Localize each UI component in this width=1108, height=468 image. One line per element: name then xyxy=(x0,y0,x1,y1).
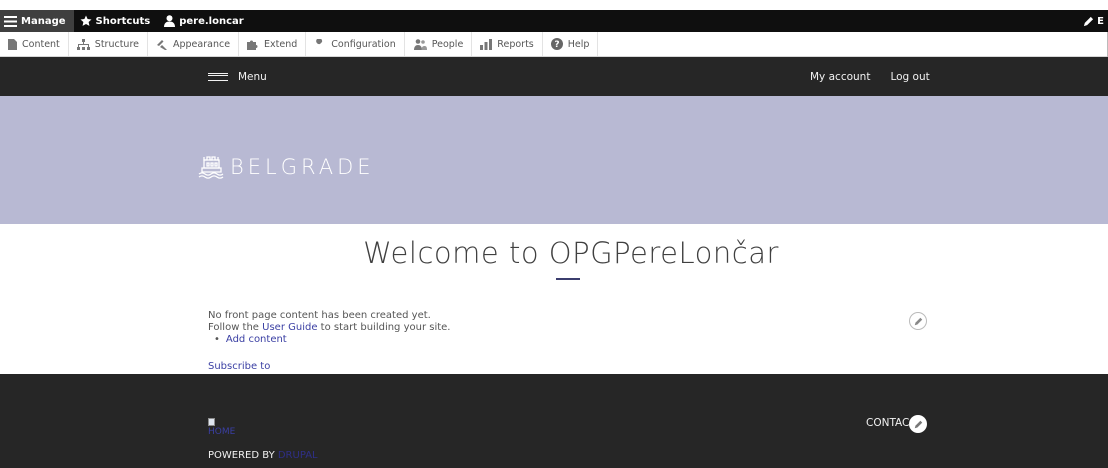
footer-contextual-edit-button[interactable] xyxy=(909,415,927,433)
shortcuts-button[interactable]: Shortcuts xyxy=(74,10,159,32)
admin-tray: Content Structure Appearance Extend Conf… xyxy=(0,32,1108,57)
pencil-icon xyxy=(1084,16,1094,26)
people-icon xyxy=(413,38,427,50)
menu-label: Menu xyxy=(238,70,267,83)
tray-item-help[interactable]: ? Help xyxy=(543,32,599,56)
add-content-link[interactable]: Add content xyxy=(226,334,287,345)
user-button[interactable]: pere.loncar xyxy=(158,10,251,32)
shortcuts-label: Shortcuts xyxy=(95,15,151,27)
subscribe-link[interactable]: Subscribe to xyxy=(208,361,270,372)
page-title: Welcome to OPGPereLončar xyxy=(363,236,779,270)
manage-label: Manage xyxy=(21,15,66,27)
hamburger-icon xyxy=(4,15,17,27)
star-icon xyxy=(80,15,92,26)
site-header-nav: Menu My account Log out xyxy=(0,57,1108,96)
menu-toggle-button[interactable]: Menu xyxy=(208,57,267,96)
edit-button[interactable]: E xyxy=(1077,10,1108,32)
site-name: BELGRADE xyxy=(230,155,375,179)
contextual-edit-button[interactable] xyxy=(909,312,927,330)
admin-toolbar: Manage Shortcuts pere.loncar E xyxy=(0,10,1108,32)
site-footer: HOME POWERED BY DRUPAL CONTAC xyxy=(0,374,1108,468)
follow-suffix: to start building your site. xyxy=(317,322,451,333)
menu-icon xyxy=(208,72,228,81)
pencil-icon xyxy=(914,317,922,325)
powered-by: POWERED BY DRUPAL xyxy=(208,450,318,461)
tray-item-label: Appearance xyxy=(173,38,231,50)
tray-item-people[interactable]: People xyxy=(405,32,473,56)
pencil-icon xyxy=(914,420,922,428)
tray-item-label: Extend xyxy=(264,38,298,50)
user-account-menu: My account Log out xyxy=(810,57,930,96)
document-icon xyxy=(8,38,17,50)
puzzle-icon xyxy=(247,40,258,50)
wrench-icon xyxy=(315,38,323,49)
user-icon xyxy=(164,15,176,27)
user-guide-link[interactable]: User Guide xyxy=(262,322,317,333)
follow-prefix: Follow the xyxy=(208,322,263,333)
tray-item-label: Content xyxy=(22,38,60,50)
list-item: Add content xyxy=(214,334,451,346)
structure-icon xyxy=(76,38,90,50)
manage-button[interactable]: Manage xyxy=(0,10,74,32)
powered-by-label: POWERED BY xyxy=(208,450,278,461)
home-image-link[interactable]: HOME xyxy=(208,418,235,437)
svg-text:?: ? xyxy=(554,40,559,50)
drupal-link[interactable]: DRUPAL xyxy=(278,450,318,461)
bar-chart-icon xyxy=(480,38,493,50)
tray-item-appearance[interactable]: Appearance xyxy=(148,32,240,56)
tray-item-label: Structure xyxy=(94,38,139,50)
no-content-text: No front page content has been created y… xyxy=(208,310,431,321)
tray-item-configuration[interactable]: Configuration xyxy=(306,32,405,56)
contact-link[interactable]: CONTAC xyxy=(866,417,909,429)
follow-guide-text: Follow the User Guide to start building … xyxy=(208,322,451,334)
brush-icon xyxy=(157,39,167,50)
user-label: pere.loncar xyxy=(179,15,244,27)
content-actions-list: Add content xyxy=(214,334,451,346)
tray-item-label: Reports xyxy=(497,38,534,50)
tray-item-label: Configuration xyxy=(331,38,396,50)
site-logo[interactable]: BELGRADE xyxy=(198,154,375,180)
tray-item-structure[interactable]: Structure xyxy=(69,32,148,56)
tray-item-reports[interactable]: Reports xyxy=(472,32,543,56)
my-account-link[interactable]: My account xyxy=(810,71,870,83)
help-icon: ? xyxy=(550,38,563,50)
tray-item-extend[interactable]: Extend xyxy=(239,32,307,56)
tray-item-label: People xyxy=(431,38,464,50)
tray-item-label: Help xyxy=(567,38,590,50)
broken-image-icon xyxy=(208,418,215,426)
site-banner: BELGRADE xyxy=(0,96,1108,224)
log-out-link[interactable]: Log out xyxy=(890,71,929,83)
edit-label: E xyxy=(1097,15,1104,27)
castle-logo-icon xyxy=(198,156,224,179)
front-page-message: No front page content has been created y… xyxy=(208,310,451,346)
home-alt-text: HOME xyxy=(208,427,236,437)
title-underline xyxy=(556,278,580,280)
tray-item-content[interactable]: Content xyxy=(0,32,69,56)
